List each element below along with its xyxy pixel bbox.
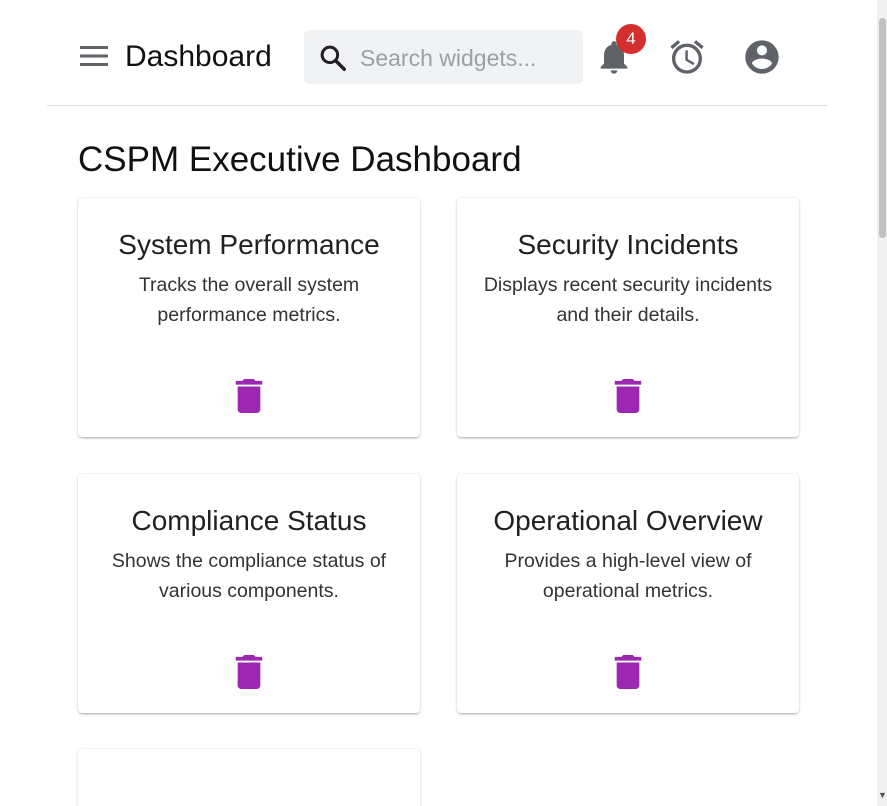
alarm-button[interactable] (667, 37, 707, 77)
trash-icon (614, 655, 642, 689)
widget-card: System Performance Tracks the overall sy… (78, 198, 420, 437)
search-input[interactable] (358, 38, 577, 78)
page-title: CSPM Executive Dashboard (78, 140, 522, 179)
alarm-icon (670, 40, 704, 74)
trash-icon (235, 379, 263, 413)
app-title: Dashboard (125, 40, 272, 73)
delete-widget-button[interactable] (613, 655, 643, 689)
widget-card: Compliance Status Shows the compliance s… (78, 474, 420, 713)
widget-title: System Performance (118, 229, 380, 260)
widget-card: Security Incidents Displays recent secur… (457, 198, 799, 437)
widget-card-partial (78, 749, 420, 806)
widget-title: Security Incidents (517, 229, 739, 260)
scroll-down-arrow-icon[interactable]: ▼ (878, 790, 887, 800)
trash-icon (235, 655, 263, 689)
widget-card: Operational Overview Provides a high-lev… (457, 474, 799, 713)
notification-badge: 4 (616, 24, 646, 54)
widget-title: Operational Overview (493, 505, 763, 536)
search-box (304, 30, 583, 84)
widget-description: Displays recent security incidents and t… (483, 274, 773, 326)
trash-icon (614, 379, 642, 413)
account-circle-icon (745, 40, 779, 74)
widget-description: Tracks the overall system performance me… (138, 274, 360, 326)
widget-title: Compliance Status (131, 505, 367, 536)
app-bar: Dashboard 4 (47, 0, 828, 106)
account-button[interactable] (742, 37, 782, 77)
scrollbar-thumb[interactable] (879, 18, 886, 238)
scrollbar[interactable]: ▼ (877, 0, 887, 806)
delete-widget-button[interactable] (234, 655, 264, 689)
search-icon (320, 45, 346, 71)
delete-widget-button[interactable] (613, 379, 643, 413)
delete-widget-button[interactable] (234, 379, 264, 413)
page: Dashboard 4 CSPM Executive Dashboard (0, 0, 887, 806)
widget-description: Shows the compliance status of various c… (111, 550, 387, 602)
menu-button[interactable] (80, 45, 108, 67)
menu-icon (80, 46, 108, 66)
widget-description: Provides a high-level view of operationa… (504, 550, 752, 602)
